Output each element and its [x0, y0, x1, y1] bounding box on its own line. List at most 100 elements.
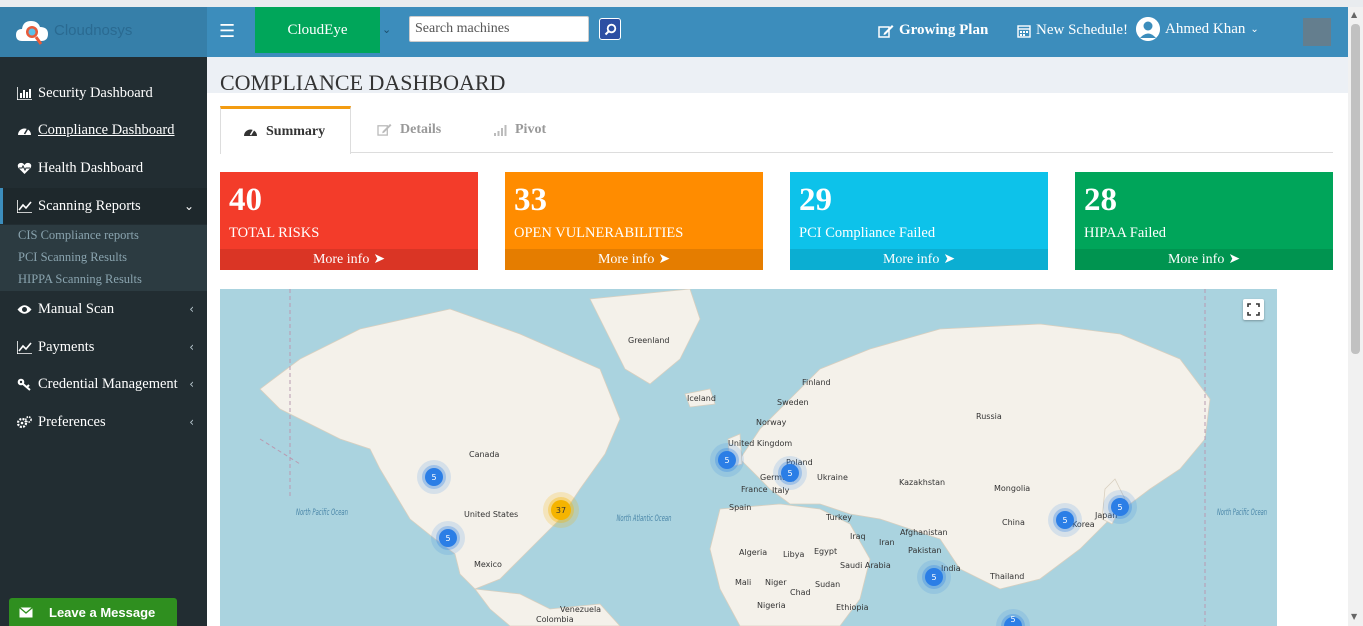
line-chart-icon — [16, 339, 32, 355]
more-info-link[interactable]: More info ➤ — [220, 249, 478, 270]
app-grid-icon[interactable] — [1303, 18, 1331, 46]
sidebar: Security Dashboard Compliance Dashboard … — [0, 57, 207, 626]
map-cluster-marker[interactable]: 5 — [710, 443, 744, 477]
leave-message-button[interactable]: Leave a Message — [9, 598, 177, 626]
tab-label: Summary — [266, 123, 326, 139]
map-label: Libya — [783, 550, 804, 559]
sidebar-item-label: Compliance Dashboard — [38, 121, 175, 138]
search-input[interactable] — [409, 16, 589, 42]
scroll-up-arrow-icon[interactable]: ▲ — [1351, 10, 1357, 19]
tab-label: Pivot — [515, 121, 547, 137]
more-info-label: More info — [597, 251, 655, 267]
arrow-circle-right-icon: ➤ — [1228, 252, 1241, 267]
browser-top-strip — [0, 0, 1363, 7]
sidebar-item-label: Preferences — [38, 413, 106, 430]
stat-value: 40 — [229, 182, 262, 218]
svg-text:5: 5 — [1062, 516, 1067, 525]
user-menu[interactable]: Ahmed Khan ⌄ — [1136, 17, 1259, 41]
map-label: Ukraine — [817, 473, 848, 482]
arrow-circle-right-icon: ➤ — [658, 252, 671, 267]
map-label: Iran — [879, 538, 895, 547]
new-schedule-label: New Schedule! — [1036, 22, 1129, 38]
map-cluster-marker[interactable]: 5 — [417, 460, 451, 494]
brand-area[interactable]: Cloudnosys — [0, 7, 207, 57]
map-label: Spain — [729, 503, 751, 512]
signal-icon — [494, 124, 507, 136]
map-cluster-marker[interactable]: 5 — [773, 456, 807, 490]
sidebar-toggle-icon[interactable]: ☰ — [219, 21, 235, 42]
world-map[interactable]: Greenland Finland Iceland Sweden Norway … — [220, 289, 1277, 626]
map-cluster-marker[interactable]: 5 — [996, 609, 1030, 626]
stat-value: 28 — [1084, 182, 1117, 218]
sidebar-item-health-dashboard[interactable]: Health Dashboard — [0, 150, 207, 186]
more-info-link[interactable]: More info ➤ — [790, 249, 1048, 270]
map-cluster-marker[interactable]: 5 — [431, 521, 465, 555]
svg-text:5: 5 — [931, 573, 936, 582]
tab-bar: Summary Details Pivot — [220, 106, 1333, 154]
map-cluster-marker[interactable]: 5 — [1103, 490, 1137, 524]
map-cluster-marker[interactable]: 5 — [1048, 503, 1082, 537]
more-info-link[interactable]: More info ➤ — [1075, 249, 1333, 270]
svg-text:5: 5 — [1010, 615, 1015, 624]
stat-box-hipaa-failed: 28 HIPAA Failed More info ➤ — [1075, 172, 1333, 270]
svg-text:5: 5 — [431, 473, 436, 482]
scroll-down-arrow-icon[interactable]: ▼ — [1351, 612, 1357, 621]
map-label: Russia — [976, 412, 1002, 421]
calendar-icon — [1017, 24, 1031, 38]
chevron-left-icon: ‹ — [189, 415, 194, 429]
growing-plan-link[interactable]: Growing Plan — [878, 22, 988, 39]
sidebar-item-label: Security Dashboard — [38, 84, 153, 101]
map-canvas: Greenland Finland Iceland Sweden Norway … — [259, 289, 1267, 626]
svg-text:5: 5 — [787, 469, 792, 478]
sidebar-subitem-hippa[interactable]: HIPPA Scanning Results — [18, 272, 142, 287]
sidebar-subitem-pci[interactable]: PCI Scanning Results — [18, 250, 127, 265]
more-info-link[interactable]: More info ➤ — [505, 249, 763, 270]
scrollbar-thumb[interactable] — [1351, 24, 1360, 354]
growing-plan-label: Growing Plan — [899, 22, 989, 38]
sidebar-item-security-dashboard[interactable]: Security Dashboard — [0, 75, 207, 111]
stat-box-total-risks: 40 TOTAL RISKS More info ➤ — [220, 172, 478, 270]
sidebar-item-payments[interactable]: Payments ‹ — [0, 329, 207, 365]
svg-text:5: 5 — [1117, 503, 1122, 512]
map-label: Egypt — [814, 547, 837, 556]
map-label: Canada — [469, 450, 500, 459]
map-label: United Kingdom — [728, 439, 792, 448]
sidebar-item-label: Scanning Reports — [38, 197, 141, 214]
map-label: United States — [464, 510, 518, 519]
map-label: Pakistan — [908, 546, 942, 555]
stat-label: TOTAL RISKS — [229, 225, 320, 241]
tab-label: Details — [400, 121, 442, 137]
map-label: Mexico — [474, 560, 502, 569]
sidebar-item-label: Manual Scan — [38, 300, 115, 317]
search-button[interactable] — [599, 18, 621, 40]
map-label: Venezuela — [560, 605, 601, 614]
map-label: Norway — [756, 418, 787, 427]
map-label: Kazakhstan — [899, 478, 945, 487]
chevron-down-icon: ⌄ — [183, 199, 194, 213]
sidebar-item-compliance-dashboard[interactable]: Compliance Dashboard — [0, 112, 207, 148]
envelope-icon — [19, 606, 33, 617]
new-schedule-link[interactable]: New Schedule! — [1017, 22, 1128, 39]
arrow-circle-right-icon: ➤ — [373, 252, 386, 267]
project-selector-button[interactable]: CloudEye — [255, 7, 380, 53]
edit-icon — [377, 123, 392, 136]
sidebar-item-credential-management[interactable]: Credential Management ‹ — [0, 366, 207, 402]
fullscreen-button[interactable] — [1243, 299, 1264, 320]
chevron-left-icon: ‹ — [189, 377, 194, 391]
sidebar-item-manual-scan[interactable]: Manual Scan ‹ — [0, 291, 207, 327]
tab-summary[interactable]: Summary — [220, 106, 351, 154]
chevron-down-icon: ⌄ — [1250, 23, 1259, 35]
stat-box-pci-failed: 29 PCI Compliance Failed More info ➤ — [790, 172, 1048, 270]
sidebar-item-preferences[interactable]: Preferences ‹ — [0, 404, 207, 440]
map-label: Saudi Arabia — [840, 561, 891, 570]
map-cluster-marker[interactable]: 5 — [917, 560, 951, 594]
tab-details[interactable]: Details — [377, 106, 441, 153]
tab-pivot[interactable]: Pivot — [493, 106, 546, 153]
map-label: Finland — [802, 378, 831, 387]
sidebar-subitem-cis[interactable]: CIS Compliance reports — [18, 228, 139, 243]
chevron-down-icon[interactable]: ⌄ — [382, 23, 391, 36]
map-cluster-marker[interactable]: 37 — [543, 492, 579, 528]
sidebar-item-scanning-reports[interactable]: Scanning Reports ⌄ — [0, 188, 207, 224]
sidebar-item-label: Payments — [38, 338, 95, 355]
key-icon — [16, 376, 32, 392]
